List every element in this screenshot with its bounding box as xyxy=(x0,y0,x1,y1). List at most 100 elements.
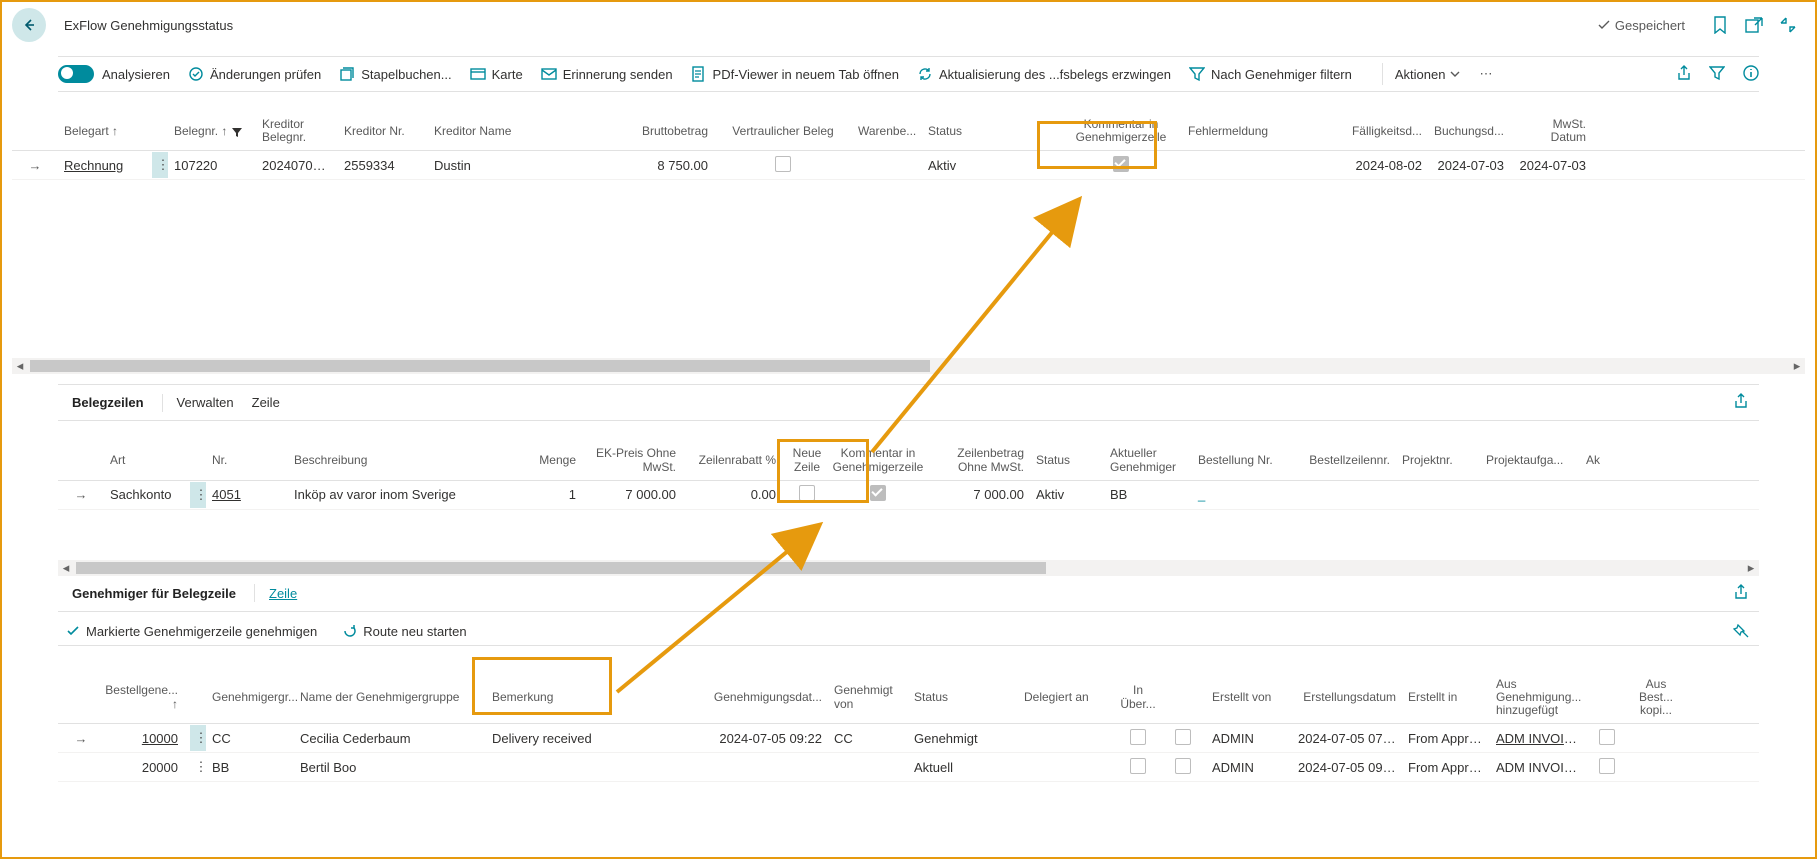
row-actions-button[interactable]: ⋮ xyxy=(190,482,206,508)
grid-row[interactable]: → Rechnung ⋮ 107220 202407058... 2559334… xyxy=(12,151,1805,180)
col-kreditor-nr[interactable]: Kreditor Nr. xyxy=(338,125,428,138)
grid-row[interactable]: → 10000 ⋮ CC Cecilia Cederbaum Delivery … xyxy=(58,724,1759,753)
pdf-viewer-button[interactable]: PDf-Viewer in neuem Tab öffnen xyxy=(691,66,899,82)
col-kommentar[interactable]: Kommentar in Genehmigerzeile xyxy=(832,447,924,473)
more-menu[interactable]: ⋯ xyxy=(1479,66,1492,82)
section-share-button[interactable] xyxy=(1733,584,1749,603)
col-menge[interactable]: Menge xyxy=(516,454,582,467)
bookmark-button[interactable] xyxy=(1710,15,1730,35)
col-projekt[interactable]: Projektnr. xyxy=(1396,454,1480,467)
col-gendat[interactable]: Genehmigungsdat... xyxy=(642,691,828,704)
col-mwst[interactable]: MwSt. Datum xyxy=(1510,118,1592,144)
section-share-button[interactable] xyxy=(1733,393,1749,412)
scroll-right-icon[interactable]: ▸ xyxy=(1789,358,1805,374)
scroll-left-icon[interactable]: ◂ xyxy=(12,358,28,374)
tab-zeile[interactable]: Zeile xyxy=(252,395,280,410)
col-aus-gen[interactable]: Aus Genehmigung... hinzugefügt xyxy=(1490,678,1590,718)
cell-kreditor-nr[interactable]: 2559334 xyxy=(344,158,395,173)
tab-zeile[interactable]: Zeile xyxy=(269,586,297,601)
cell-neue-checkbox[interactable] xyxy=(799,485,815,501)
col-gruppenname[interactable]: Name der Genehmigergruppe xyxy=(294,691,486,704)
col-genehmiger[interactable]: Aktueller Genehmiger xyxy=(1104,447,1192,473)
tab-verwalten[interactable]: Verwalten xyxy=(177,395,234,410)
col-status[interactable]: Status xyxy=(908,691,1018,704)
cell-checkbox[interactable] xyxy=(1599,729,1615,745)
col-projaufg[interactable]: Projektaufga... xyxy=(1480,454,1580,467)
scroll-left-icon[interactable]: ◂ xyxy=(58,560,74,576)
cell-checkbox[interactable] xyxy=(1599,758,1615,774)
col-ek[interactable]: EK-Preis Ohne MwSt. xyxy=(582,447,682,473)
scroll-right-icon[interactable]: ▸ xyxy=(1743,560,1759,576)
col-bestellung[interactable]: Bestellung Nr. xyxy=(1192,454,1292,467)
col-beschreibung[interactable]: Beschreibung xyxy=(288,454,516,467)
main-horizontal-scroll[interactable]: ◂ ▸ xyxy=(12,358,1805,374)
col-aus-best[interactable]: Aus Best... kopi... xyxy=(1624,678,1688,718)
check-changes-button[interactable]: Änderungen prüfen xyxy=(188,66,321,82)
col-kommentar[interactable]: Kommentar in Genehmigerzeile xyxy=(1060,118,1182,144)
col-in-ueber[interactable]: In Über... xyxy=(1116,684,1160,710)
filter-approver-button[interactable]: Nach Genehmiger filtern xyxy=(1189,66,1352,82)
cell-in-ueber-checkbox[interactable] xyxy=(1130,729,1146,745)
row-actions-button[interactable]: ⋮ xyxy=(152,152,168,178)
info-button[interactable] xyxy=(1743,65,1759,81)
grid-row[interactable]: → Sachkonto ⋮ 4051 Inköp av varor inom S… xyxy=(58,481,1759,510)
col-faellig[interactable]: Fälligkeitsd... xyxy=(1348,125,1428,138)
row-actions-button[interactable]: ⋮ xyxy=(190,725,206,751)
col-gene[interactable]: Bestellgene... ↑ xyxy=(104,684,184,710)
personalize-button[interactable] xyxy=(1733,624,1749,643)
cell-aus-gen[interactable]: ADM INVOICES xyxy=(1496,731,1590,746)
col-bestzeile[interactable]: Bestellzeilennr. xyxy=(1292,454,1396,467)
cell-gruppe[interactable]: CC xyxy=(212,731,231,746)
grid-row[interactable]: 20000 ⋮ BB Bertil Boo Aktuell ADMIN 2024… xyxy=(58,753,1759,782)
cell-checkbox[interactable] xyxy=(1175,758,1191,774)
cell-in-ueber-checkbox[interactable] xyxy=(1130,758,1146,774)
actions-menu[interactable]: Aktionen xyxy=(1395,67,1462,82)
col-warenbe[interactable]: Warenbe... xyxy=(852,125,922,138)
row-actions-button[interactable]: ⋮ xyxy=(190,754,206,780)
analyze-toggle[interactable]: Analysieren xyxy=(58,65,170,83)
cell-kommentar-checkbox[interactable] xyxy=(870,485,886,501)
cell-belegart[interactable]: Rechnung xyxy=(64,158,123,173)
lines-horizontal-scroll[interactable]: ◂ ▸ xyxy=(58,560,1759,576)
col-erstellt-in[interactable]: Erstellt in xyxy=(1402,691,1490,704)
cell-nr[interactable]: 4051 xyxy=(212,487,241,502)
cell-bestellung[interactable]: _ xyxy=(1192,487,1292,502)
col-delegiert[interactable]: Delegiert an xyxy=(1018,691,1116,704)
col-genvon[interactable]: Genehmigt von xyxy=(828,684,908,710)
col-zeilenbetrag[interactable]: Zeilenbetrag Ohne MwSt. xyxy=(924,447,1030,473)
col-status[interactable]: Status xyxy=(922,125,1060,138)
col-kreditor-name[interactable]: Kreditor Name xyxy=(428,125,614,138)
col-bemerkung[interactable]: Bemerkung xyxy=(486,691,642,704)
col-kreditor-belegnr[interactable]: Kreditor Belegnr. xyxy=(256,118,338,144)
col-fehler[interactable]: Fehlermeldung xyxy=(1182,125,1348,138)
col-neue-zeile[interactable]: Neue Zeile xyxy=(782,447,832,473)
cell-gene[interactable]: 10000 xyxy=(142,731,178,746)
batch-post-button[interactable]: Stapelbuchen... xyxy=(339,66,451,82)
col-erstellungsdat[interactable]: Erstellungsdatum xyxy=(1292,691,1402,704)
cell-checkbox[interactable] xyxy=(1175,729,1191,745)
col-nr[interactable]: Nr. xyxy=(206,454,288,467)
col-status[interactable]: Status xyxy=(1030,454,1104,467)
approve-marked-button[interactable]: Markierte Genehmigerzeile genehmigen xyxy=(66,624,317,639)
col-buchung[interactable]: Buchungsd... xyxy=(1428,125,1510,138)
col-gruppe[interactable]: Genehmigergr... xyxy=(206,691,294,704)
col-ak[interactable]: Ak xyxy=(1580,454,1620,467)
col-belegart[interactable]: Belegart ↑ xyxy=(58,125,146,138)
send-reminder-button[interactable]: Erinnerung senden xyxy=(541,66,673,82)
col-belegnr[interactable]: Belegnr. ↑ xyxy=(168,125,256,138)
collapse-button[interactable] xyxy=(1778,15,1798,35)
col-art[interactable]: Art xyxy=(104,454,184,467)
back-button[interactable] xyxy=(12,8,46,42)
share-page-button[interactable] xyxy=(1676,65,1692,81)
cell-kommentar-checkbox[interactable] xyxy=(1113,156,1129,172)
col-brutto[interactable]: Bruttobetrag xyxy=(614,125,714,138)
col-rabatt[interactable]: Zeilenrabatt % xyxy=(682,454,782,467)
force-refresh-button[interactable]: Aktualisierung des ...fsbelegs erzwingen xyxy=(917,66,1171,82)
card-button[interactable]: Karte xyxy=(470,66,523,82)
col-erstellt-von[interactable]: Erstellt von xyxy=(1206,691,1292,704)
cell-vertraulich-checkbox[interactable] xyxy=(775,156,791,172)
detach-button[interactable] xyxy=(1744,15,1764,35)
restart-route-button[interactable]: Route neu starten xyxy=(343,624,466,639)
filter-pane-button[interactable] xyxy=(1709,65,1725,81)
col-vertraulich[interactable]: Vertraulicher Beleg xyxy=(714,125,852,138)
